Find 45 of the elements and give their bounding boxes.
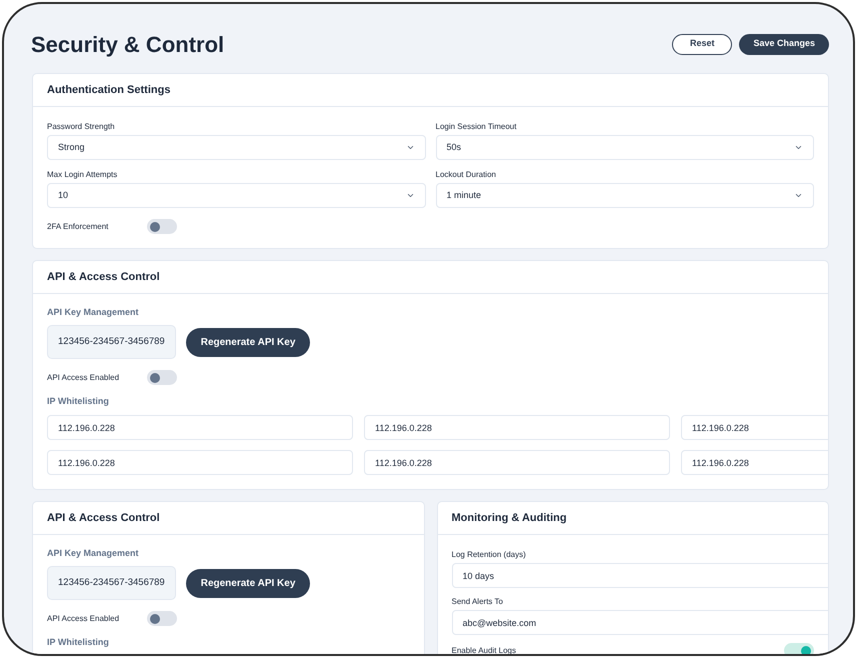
chevron-icon [794,191,803,200]
page-title: Security & Control [30,30,224,59]
chevron-icon [406,191,414,200]
toggle-label: API Access Enabled [47,614,120,622]
chevron-icon [406,143,414,152]
field-label: Password Strength [47,123,116,131]
regenerate-button[interactable]: Regenerate API Key [186,328,310,356]
action-button[interactable]: Reset [672,34,732,54]
ip-input[interactable]: 112.196.0.228 [681,415,828,440]
toggle-switch[interactable] [147,611,177,626]
section-label: IP Whitelisting [47,397,110,406]
field-label: Max Login Attempts [47,171,118,179]
card-title: API & Access Control [47,510,160,526]
select-dropdown[interactable]: 50s [436,135,814,160]
ip-input[interactable]: 112.196.0.228 [47,415,353,440]
ip-input[interactable]: 112.196.0.228 [47,450,353,475]
toggle-switch[interactable] [784,643,814,654]
field-label: Send Alerts To [452,598,504,606]
section-label: IP Whitelisting [47,638,110,647]
select-dropdown[interactable]: 1 minute [436,183,814,208]
ip-input[interactable]: 112.196.0.228 [364,415,670,440]
ip-input[interactable]: 112.196.0.228 [364,450,670,475]
api-key-field: 123456-234567-3456789 [47,325,176,359]
section-label: API Key Management [47,549,140,558]
section-label: API Key Management [47,308,140,317]
field-label: Lockout Duration [436,171,497,179]
text-input[interactable]: 10 days [452,563,828,588]
toggle-switch[interactable] [147,219,177,234]
text-input[interactable]: abc@website.com [452,610,828,635]
ip-input[interactable]: 112.196.0.228 [681,450,828,475]
card-title: API & Access Control [47,270,160,285]
field-label: Log Retention (days) [452,551,527,559]
toggle-label: 2FA Enforcement [47,222,110,230]
card-title: Monitoring & Auditing [452,510,567,526]
api-key-field: 123456-234567-3456789 [47,566,176,600]
toggle-label: API Access Enabled [47,374,120,382]
chevron-icon [794,143,803,152]
regenerate-button[interactable]: Regenerate API Key [186,568,310,598]
select-dropdown[interactable]: 10 [47,183,426,208]
card-title: Authentication Settings [47,82,170,98]
field-label: Login Session Timeout [436,123,518,131]
select-dropdown[interactable]: Strong [47,135,426,160]
toggle-switch[interactable] [147,370,177,385]
toggle-label: Enable Audit Logs [452,646,517,654]
action-button[interactable]: Save Changes [739,34,829,54]
